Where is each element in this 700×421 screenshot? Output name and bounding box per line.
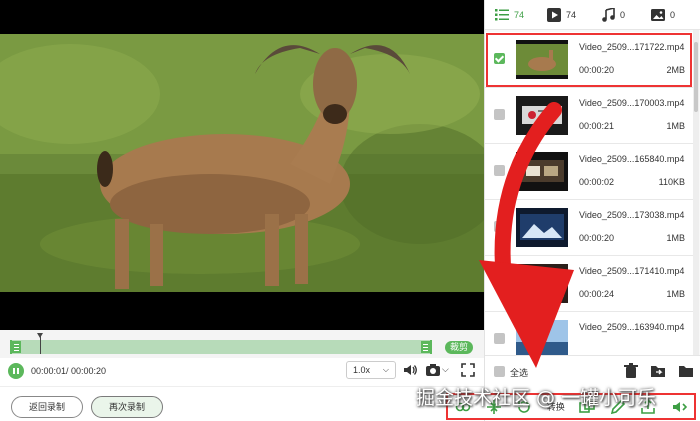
speed-value: 1.0x xyxy=(353,365,371,375)
file-size: 1MB xyxy=(666,289,685,299)
tab-music[interactable]: 0 xyxy=(601,6,625,24)
camera-icon[interactable] xyxy=(425,362,441,378)
list-item[interactable]: Video_2509...165840.mp4 00:00:02 110KB xyxy=(485,144,693,200)
scrollbar[interactable] xyxy=(693,30,699,355)
file-duration: 00:00:20 xyxy=(579,65,615,75)
file-size: 1MB xyxy=(666,121,685,131)
thumbnail xyxy=(516,320,568,355)
back-to-record-button[interactable]: 返回录制 xyxy=(11,396,83,418)
video-icon xyxy=(547,8,561,22)
file-size: 2MB xyxy=(666,65,685,75)
checkbox[interactable] xyxy=(494,277,505,288)
file-duration: 00:00:21 xyxy=(579,121,615,131)
video-frame xyxy=(0,34,484,292)
thumbnail xyxy=(516,96,568,135)
tab-video[interactable]: 74 xyxy=(547,6,576,24)
tab-all[interactable]: 74 xyxy=(495,6,524,24)
record-again-button[interactable]: 再次录制 xyxy=(91,396,163,418)
tab-image[interactable]: 0 xyxy=(651,6,675,24)
tab-video-count: 74 xyxy=(566,10,577,20)
file-size: 1MB xyxy=(666,233,685,243)
timeline[interactable]: 裁剪 xyxy=(0,330,484,358)
file-duration: 00:00:20 xyxy=(579,233,615,243)
list-item[interactable]: Video_2509...163940.mp4 xyxy=(485,312,693,355)
file-name: Video_2509...173038.mp4 xyxy=(579,210,685,220)
file-duration: 00:00:02 xyxy=(579,177,615,187)
select-all-checkbox[interactable] xyxy=(494,366,505,377)
list-item[interactable]: Video_2509...173038.mp4 00:00:20 1MB xyxy=(485,200,693,256)
file-size: 110KB xyxy=(658,177,685,187)
volume-icon[interactable] xyxy=(402,362,418,378)
tab-image-count: 0 xyxy=(670,10,676,20)
file-list[interactable]: Video_2509...171722.mp4 00:00:20 2MB Vid… xyxy=(485,30,693,355)
goat-video-image xyxy=(0,34,484,292)
bottom-bar: 返回录制 再次录制 xyxy=(0,386,484,421)
file-name: Video_2509...171722.mp4 xyxy=(579,42,685,52)
image-icon xyxy=(651,9,665,21)
music-icon xyxy=(602,8,615,22)
list-item[interactable]: Video_2509...171410.mp4 00:00:24 1MB xyxy=(485,256,693,312)
media-tabs: 74 74 0 0 xyxy=(485,0,700,30)
playhead[interactable] xyxy=(37,333,43,354)
trim-end-handle[interactable] xyxy=(421,341,430,353)
list-icon xyxy=(495,9,509,21)
tab-all-count: 74 xyxy=(514,10,525,20)
time-display: 00:00:01/ 00:00:20 xyxy=(31,366,107,376)
thumbnail xyxy=(516,208,568,247)
tab-music-count: 0 xyxy=(620,10,626,20)
speed-select[interactable]: 1.0x ⌵ xyxy=(346,361,396,379)
thumbnail xyxy=(516,264,568,303)
folder-icon[interactable] xyxy=(678,363,694,379)
checkbox[interactable] xyxy=(494,53,505,64)
checkbox[interactable] xyxy=(494,333,505,344)
checkbox[interactable] xyxy=(494,221,505,232)
pause-button[interactable] xyxy=(8,363,24,379)
file-name: Video_2509...163940.mp4 xyxy=(579,322,685,332)
camera-dropdown-icon[interactable]: ⌵ xyxy=(442,364,449,375)
trim-start-handle[interactable] xyxy=(12,341,21,353)
thumbnail xyxy=(516,152,568,191)
trash-icon[interactable] xyxy=(623,363,639,379)
file-name: Video_2509...171410.mp4 xyxy=(579,266,685,276)
chevron-down-icon: ⌵ xyxy=(382,365,389,374)
trim-track[interactable] xyxy=(10,340,432,354)
thumbnail xyxy=(516,40,568,79)
list-item[interactable]: Video_2509...170003.mp4 00:00:21 1MB xyxy=(485,88,693,144)
scrollbar-thumb[interactable] xyxy=(694,42,698,112)
playback-controls: 00:00:01/ 00:00:20 1.0x ⌵ ⌵ xyxy=(0,358,484,386)
trim-button[interactable]: 裁剪 xyxy=(445,341,473,354)
move-to-folder-icon[interactable] xyxy=(650,363,666,379)
fullscreen-icon[interactable] xyxy=(460,362,476,378)
list-item[interactable]: Video_2509...171722.mp4 00:00:20 2MB xyxy=(485,32,693,88)
watermark: 掘金技术社区 @ 一罐小可乐 xyxy=(416,387,657,409)
checkbox[interactable] xyxy=(494,165,505,176)
file-panel: 74 74 0 0 Video_2509...171722.mp4 00:00:… xyxy=(484,0,700,421)
file-name: Video_2509...170003.mp4 xyxy=(579,98,685,108)
file-name: Video_2509...165840.mp4 xyxy=(579,154,685,164)
video-player[interactable] xyxy=(0,0,484,330)
checkbox[interactable] xyxy=(494,109,505,120)
select-all-label: 全选 xyxy=(510,368,529,378)
audio-extract-icon[interactable] xyxy=(671,399,687,415)
file-duration: 00:00:24 xyxy=(579,289,615,299)
